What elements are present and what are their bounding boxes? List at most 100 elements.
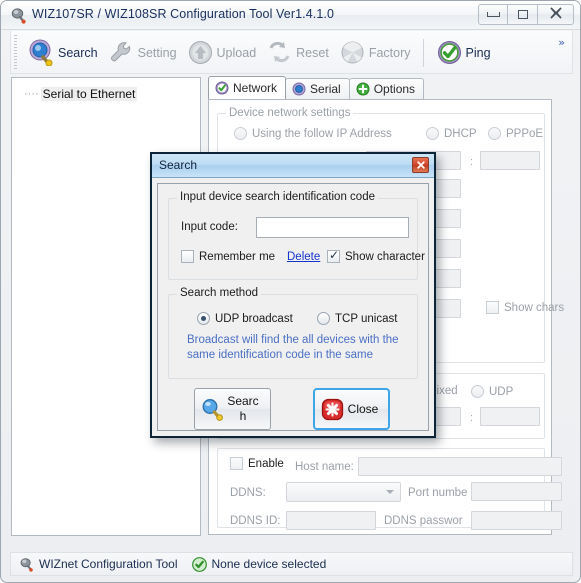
radio-row-dhcp[interactable]: DHCP bbox=[426, 127, 477, 140]
maximize-button[interactable] bbox=[508, 4, 538, 25]
search-method-hint-line1: Broadcast will find the all devices with… bbox=[187, 334, 399, 346]
toolbar-label-setting: Setting bbox=[137, 45, 177, 60]
toolbar-button-setting[interactable]: Setting bbox=[103, 31, 182, 74]
search-dialog-close-button[interactable] bbox=[412, 157, 429, 173]
label-pppoe: PPPoE bbox=[506, 127, 544, 140]
input-port-number[interactable] bbox=[471, 482, 562, 501]
serial-dot-icon bbox=[292, 82, 306, 96]
radio-static-ip[interactable] bbox=[234, 127, 247, 140]
label-ddns-id: DDNS ID: bbox=[230, 515, 281, 527]
label-show-chars: Show chars bbox=[504, 301, 565, 314]
tab-network[interactable]: Network bbox=[208, 76, 287, 99]
label-port-number: Port numbe bbox=[408, 487, 468, 499]
toolbar-overflow-chevron[interactable]: » bbox=[558, 36, 565, 49]
close-button[interactable] bbox=[538, 4, 574, 25]
checkbox-show-character[interactable] bbox=[327, 248, 340, 263]
label-dhcp: DHCP bbox=[444, 127, 477, 140]
red-x-icon bbox=[320, 397, 345, 422]
toolbar-button-search[interactable]: Search bbox=[23, 31, 103, 74]
search-button[interactable]: Search bbox=[194, 388, 271, 430]
toolbar-label-ping: Ping bbox=[465, 45, 491, 60]
search-dialog-titlebar[interactable]: Search bbox=[152, 154, 434, 178]
toolbar-button-reset[interactable]: Reset bbox=[261, 31, 334, 74]
search-dialog-body: Input device search identification code … bbox=[157, 183, 429, 431]
label-host-name: Host name: bbox=[295, 461, 354, 473]
toolbar-label-search: Search bbox=[58, 45, 98, 60]
input-ddns-id[interactable] bbox=[286, 511, 376, 530]
radio-row-udp[interactable]: UDP bbox=[471, 385, 513, 398]
chevron-down-icon bbox=[386, 490, 394, 494]
input-ddns-password[interactable] bbox=[471, 511, 562, 530]
toolbar-label-upload: Upload bbox=[216, 45, 257, 60]
app-wiznet-icon bbox=[19, 557, 34, 572]
tab-options[interactable]: Options bbox=[348, 78, 425, 99]
radio-row-pppoe[interactable]: PPPoE bbox=[488, 127, 543, 140]
label-tcp-unicast: TCP unicast bbox=[335, 312, 398, 325]
network-field-row1-b[interactable] bbox=[480, 151, 540, 170]
radio-udp[interactable] bbox=[471, 385, 484, 398]
upload-arrow-icon bbox=[187, 39, 214, 66]
minimize-icon bbox=[486, 12, 500, 17]
window-titlebar: WIZ107SR / WIZ108SR Configuration Tool V… bbox=[1, 1, 580, 30]
group-ddns: Enable Host name: DDNS: Port numbe DDNS … bbox=[217, 448, 562, 530]
delete-link[interactable]: Delete bbox=[287, 251, 320, 263]
checkbox-remember-me[interactable] bbox=[181, 250, 194, 263]
label-ddns-enable: Enable bbox=[248, 457, 284, 470]
radio-row-static-ip[interactable]: Using the follow IP Address bbox=[234, 127, 392, 140]
tabstrip: Network Serial Options bbox=[208, 76, 425, 99]
wrench-icon bbox=[108, 39, 135, 66]
network-field-colon-1: : bbox=[470, 156, 474, 168]
checkbox-row-show-chars[interactable]: Show chars bbox=[486, 301, 564, 314]
label-show-character: Show character bbox=[345, 250, 425, 263]
tree-item-label: Serial to Ethernet bbox=[40, 87, 138, 101]
green-check-icon bbox=[436, 39, 463, 66]
checkbox-row-ddns-enable[interactable]: Enable bbox=[230, 457, 284, 470]
status-message: None device selected bbox=[211, 557, 327, 571]
input-code-field[interactable] bbox=[256, 217, 409, 238]
magnifier-icon bbox=[28, 39, 55, 67]
radio-udp-broadcast[interactable] bbox=[197, 312, 210, 325]
main-toolbar: Search Setting Upload Reset Factory Ping… bbox=[10, 31, 573, 74]
status-bar: WIZnet Configuration Tool None device se… bbox=[10, 552, 573, 576]
search-button-label: Search bbox=[227, 394, 259, 423]
status-app-label: WIZnet Configuration Tool bbox=[39, 557, 178, 571]
tree-item-serial-to-ethernet[interactable]: ···· Serial to Ethernet bbox=[24, 87, 138, 101]
tab-label-serial: Serial bbox=[310, 82, 341, 96]
maximize-icon bbox=[517, 10, 528, 19]
radio-tcp-unicast[interactable] bbox=[317, 312, 330, 325]
group-title-search-method: Search method bbox=[177, 287, 261, 299]
operation-port-colon: : bbox=[470, 412, 474, 424]
checkbox-show-chars[interactable] bbox=[486, 301, 499, 314]
operation-port-field-b[interactable] bbox=[480, 407, 540, 426]
label-udp-broadcast: UDP broadcast bbox=[215, 312, 293, 325]
app-wiznet-icon bbox=[10, 7, 27, 24]
close-dialog-button[interactable]: Close bbox=[313, 388, 390, 430]
radio-dhcp[interactable] bbox=[426, 127, 439, 140]
checkbox-row-remember-me[interactable]: Remember me bbox=[181, 250, 275, 263]
toolbar-button-ping[interactable]: Ping bbox=[431, 31, 496, 74]
toolbar-button-factory[interactable]: Factory bbox=[334, 31, 416, 74]
tab-serial[interactable]: Serial bbox=[285, 78, 350, 99]
minimize-button[interactable] bbox=[478, 4, 508, 25]
application-window: WIZ107SR / WIZ108SR Configuration Tool V… bbox=[0, 0, 581, 583]
network-check-icon bbox=[215, 81, 229, 95]
search-dialog-title: Search bbox=[159, 158, 198, 172]
input-host-name[interactable] bbox=[358, 457, 562, 476]
tab-label-network: Network bbox=[233, 81, 278, 95]
select-ddns-provider[interactable] bbox=[286, 482, 401, 502]
close-dialog-button-label: Close bbox=[347, 401, 379, 416]
checkbox-ddns-enable[interactable] bbox=[230, 457, 243, 470]
radio-row-tcp-unicast[interactable]: TCP unicast bbox=[317, 312, 397, 325]
toolbar-button-upload[interactable]: Upload bbox=[182, 31, 262, 74]
label-remember-me: Remember me bbox=[199, 250, 276, 263]
label-udp: UDP bbox=[489, 385, 514, 398]
magnifier-icon bbox=[200, 397, 225, 422]
close-icon bbox=[549, 6, 563, 23]
toolbar-label-reset: Reset bbox=[296, 45, 329, 60]
window-controls bbox=[478, 4, 574, 25]
toolbar-grip[interactable] bbox=[14, 35, 17, 70]
radio-row-udp-broadcast[interactable]: UDP broadcast bbox=[197, 312, 293, 325]
label-static-ip: Using the follow IP Address bbox=[252, 127, 392, 140]
checkbox-row-show-character[interactable]: Show character bbox=[327, 248, 425, 263]
radio-pppoe[interactable] bbox=[488, 127, 501, 140]
